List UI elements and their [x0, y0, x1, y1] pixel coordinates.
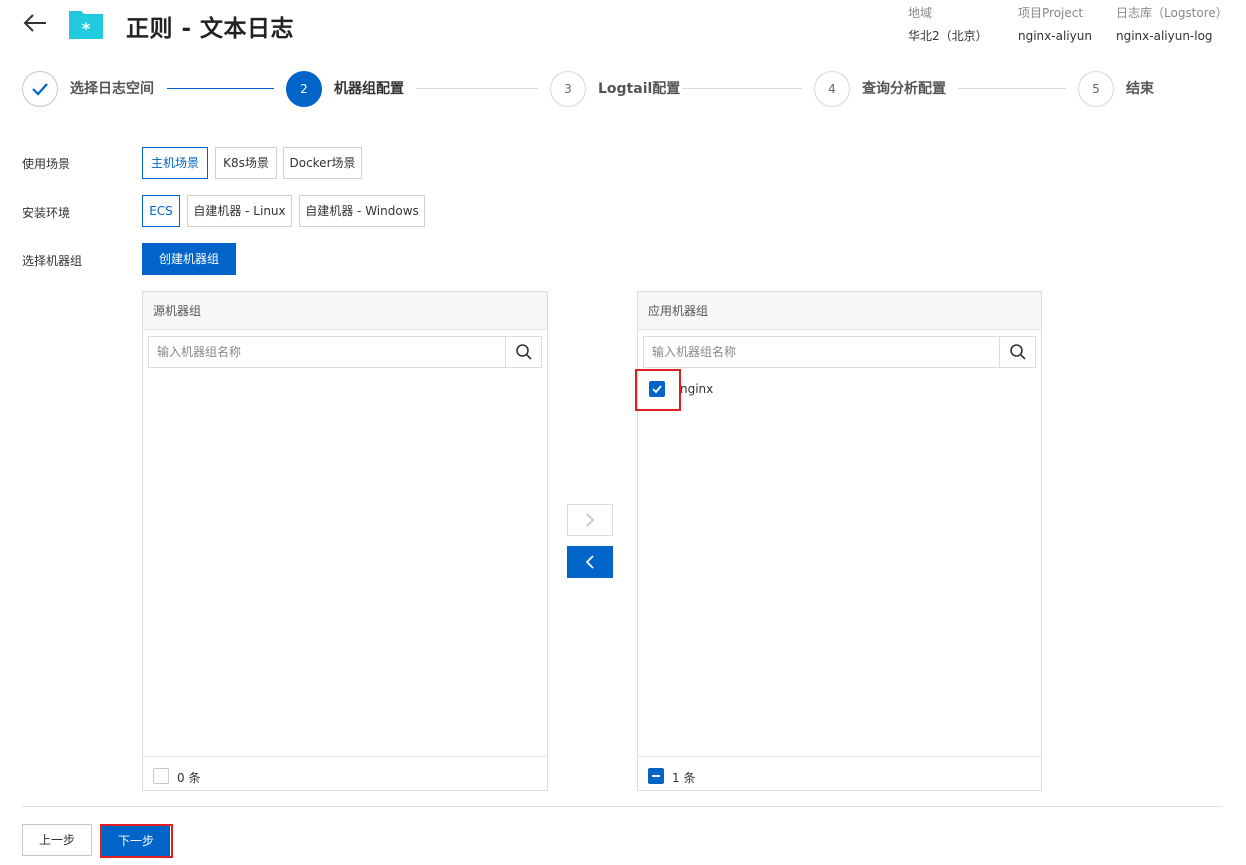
scene-option-docker[interactable]: Docker场景: [283, 147, 362, 179]
highlight-box-checkbox: [635, 369, 681, 411]
step-2-connector: [416, 88, 538, 89]
target-select-all-checkbox[interactable]: [648, 768, 664, 784]
target-count: 1 条: [672, 771, 696, 785]
meta-logstore-key: 日志库（Logstore）: [1116, 6, 1228, 20]
step-3-label: Logtail配置: [598, 81, 681, 97]
step-1-connector: [167, 88, 274, 89]
meta-logstore: 日志库（Logstore） nginx-aliyun-log: [1116, 6, 1228, 43]
target-search: [643, 336, 1036, 368]
create-group-button[interactable]: 创建机器组: [142, 243, 236, 275]
env-option-ecs[interactable]: ECS: [142, 195, 180, 227]
step-5-label: 结束: [1126, 81, 1154, 97]
target-panel-footer: 1 条: [638, 756, 1041, 790]
target-search-input[interactable]: [644, 337, 1002, 367]
highlight-box-next: [100, 824, 173, 858]
footer-divider: [22, 806, 1222, 807]
target-panel-title: 应用机器组: [638, 292, 1041, 330]
source-search: [148, 336, 542, 368]
scene-option-host[interactable]: 主机场景: [142, 147, 208, 179]
chevron-right-icon: [586, 513, 595, 527]
source-select-all-checkbox[interactable]: [153, 768, 169, 784]
meta-logstore-value: nginx-aliyun-log: [1116, 29, 1213, 43]
source-group-panel: 源机器组 0 条: [142, 291, 548, 791]
prev-step-button[interactable]: 上一步: [22, 824, 92, 856]
meta-region: 地域 华北2（北京）: [908, 6, 988, 43]
target-search-button[interactable]: [999, 337, 1035, 367]
svg-text:*: *: [82, 19, 91, 38]
check-icon: [32, 83, 48, 96]
meta-project-value: nginx-aliyun: [1018, 29, 1092, 43]
step-5-circle: 5: [1078, 71, 1114, 107]
page-title: 正则 - 文本日志: [126, 16, 295, 42]
source-search-button[interactable]: [505, 337, 541, 367]
step-2-label: 机器组配置: [334, 81, 404, 97]
step-2-circle: 2: [286, 71, 322, 107]
chevron-left-icon: [585, 555, 594, 569]
source-panel-footer: 0 条: [143, 756, 547, 790]
back-arrow-icon[interactable]: [22, 12, 48, 34]
env-option-linux[interactable]: 自建机器 - Linux: [187, 195, 292, 227]
group-label: 选择机器组: [22, 254, 83, 268]
move-right-button[interactable]: [567, 504, 613, 536]
step-4-label: 查询分析配置: [862, 81, 946, 97]
source-search-input[interactable]: [149, 337, 509, 367]
target-list-item[interactable]: nginx: [638, 374, 1041, 404]
meta-project-key: 项目Project: [1018, 6, 1084, 20]
meta-region-value: 华北2（北京）: [908, 29, 988, 43]
move-left-button[interactable]: [567, 546, 613, 578]
source-count: 0 条: [177, 771, 201, 785]
env-option-windows[interactable]: 自建机器 - Windows: [299, 195, 425, 227]
indeterminate-icon: [652, 775, 660, 777]
step-3-connector: [682, 88, 802, 89]
step-1-circle: [22, 71, 58, 107]
target-group-panel: 应用机器组 nginx 1 条: [637, 291, 1042, 791]
env-label: 安装环境: [22, 206, 71, 220]
scene-label: 使用场景: [22, 157, 71, 171]
step-1-label: 选择日志空间: [70, 81, 154, 97]
step-4-circle: 4: [814, 71, 850, 107]
step-3-circle: 3: [550, 71, 586, 107]
scene-option-k8s[interactable]: K8s场景: [215, 147, 277, 179]
search-icon: [1009, 344, 1026, 360]
meta-project: 项目Project nginx-aliyun: [1018, 6, 1092, 43]
item-label-nginx: nginx: [680, 382, 714, 396]
step-4-connector: [958, 88, 1066, 89]
wizard-steps: 选择日志空间 2 机器组配置 3 Logtail配置 4 查询分析配置 5 结束: [22, 71, 1212, 107]
source-panel-title: 源机器组: [143, 292, 547, 330]
search-icon: [515, 344, 532, 360]
meta-region-key: 地域: [908, 6, 933, 20]
logstore-folder-icon: *: [68, 5, 104, 41]
